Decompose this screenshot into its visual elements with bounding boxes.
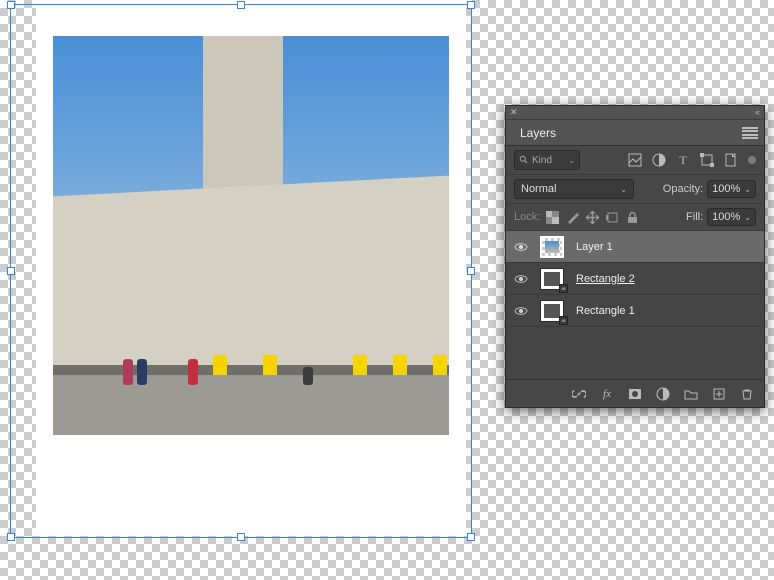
layer-thumbnail[interactable] [540,236,564,258]
layer-list-empty-area[interactable] [506,327,764,379]
adjustment-layer-icon[interactable] [656,387,670,401]
add-mask-icon[interactable] [628,387,642,401]
layer-effects-icon[interactable]: fx [600,387,614,401]
lock-row: Lock: Fill: 100% ⌄ [506,204,764,231]
blend-row: Normal ⌄ Opacity: 100% ⌄ [506,175,764,204]
transform-handle-mr[interactable] [467,267,475,275]
chevron-down-icon: ⌄ [744,213,751,222]
panel-menu-icon[interactable] [742,127,758,139]
layer-list: Layer 1 Rectangle 2 Rectangle 1 [506,231,764,379]
opacity-label: Opacity: [663,183,703,195]
layer-name[interactable]: Layer 1 [576,241,613,253]
layer-row[interactable]: Rectangle 2 [506,263,764,295]
opacity-value: 100% [712,183,740,195]
collapse-panel-icon[interactable]: « [755,108,760,117]
lock-label: Lock: [514,211,540,223]
filter-kind-label: Kind [532,155,552,166]
transform-handle-tm[interactable] [237,1,245,9]
transform-handle-ml[interactable] [7,267,15,275]
visibility-toggle-icon[interactable] [514,240,528,254]
filter-pixel-icon[interactable] [628,153,642,167]
blend-mode-dropdown[interactable]: Normal ⌄ [514,179,634,199]
panel-titlebar[interactable]: ✕ « [506,106,764,120]
fill-value: 100% [712,211,740,223]
delete-layer-icon[interactable] [740,387,754,401]
lock-transparency-icon[interactable] [546,211,559,224]
close-panel-icon[interactable]: ✕ [510,108,518,117]
lock-pixels-icon[interactable] [566,211,579,224]
opacity-input[interactable]: 100% ⌄ [707,180,756,198]
layer-filter-row: Kind ⌄ T [506,146,764,175]
layer-name[interactable]: Rectangle 1 [576,305,635,317]
filter-smartobject-icon[interactable] [724,153,738,167]
new-layer-icon[interactable] [712,387,726,401]
layers-panel: ✕ « Layers Kind ⌄ T Normal [505,105,765,408]
link-layers-icon[interactable] [572,387,586,401]
new-group-icon[interactable] [684,387,698,401]
lock-position-icon[interactable] [586,211,599,224]
layer-row[interactable]: Layer 1 [506,231,764,263]
visibility-toggle-icon[interactable] [514,304,528,318]
chevron-down-icon: ⌄ [568,156,575,165]
transform-handle-tr[interactable] [467,1,475,9]
fill-input[interactable]: 100% ⌄ [707,208,756,226]
filter-shape-icon[interactable] [700,153,714,167]
transform-handle-br[interactable] [467,533,475,541]
chevron-down-icon: ⌄ [744,185,751,194]
blend-mode-value: Normal [521,183,556,195]
svg-text:T: T [679,153,687,167]
lock-all-icon[interactable] [626,211,639,224]
transform-handle-tl[interactable] [7,1,15,9]
search-icon [519,155,529,165]
placed-photo[interactable] [53,36,449,435]
transform-handle-bm[interactable] [237,533,245,541]
tab-layers[interactable]: Layers [512,121,564,145]
chevron-down-icon: ⌄ [620,185,627,194]
layer-name[interactable]: Rectangle 2 [576,273,635,285]
fill-label: Fill: [686,211,703,223]
filter-kind-dropdown[interactable]: Kind ⌄ [514,150,580,170]
layer-row[interactable]: Rectangle 1 [506,295,764,327]
filter-type-icon[interactable]: T [676,153,690,167]
lock-artboard-icon[interactable] [606,211,619,224]
layers-panel-footer: fx [506,379,764,407]
panel-tabs: Layers [506,120,764,146]
visibility-toggle-icon[interactable] [514,272,528,286]
shape-badge-icon [559,284,568,293]
transform-handle-bl[interactable] [7,533,15,541]
filter-adjustment-icon[interactable] [652,153,666,167]
artboard-polaroid[interactable] [36,0,466,536]
shape-badge-icon [559,316,568,325]
filter-toggle-icon[interactable] [748,156,756,164]
